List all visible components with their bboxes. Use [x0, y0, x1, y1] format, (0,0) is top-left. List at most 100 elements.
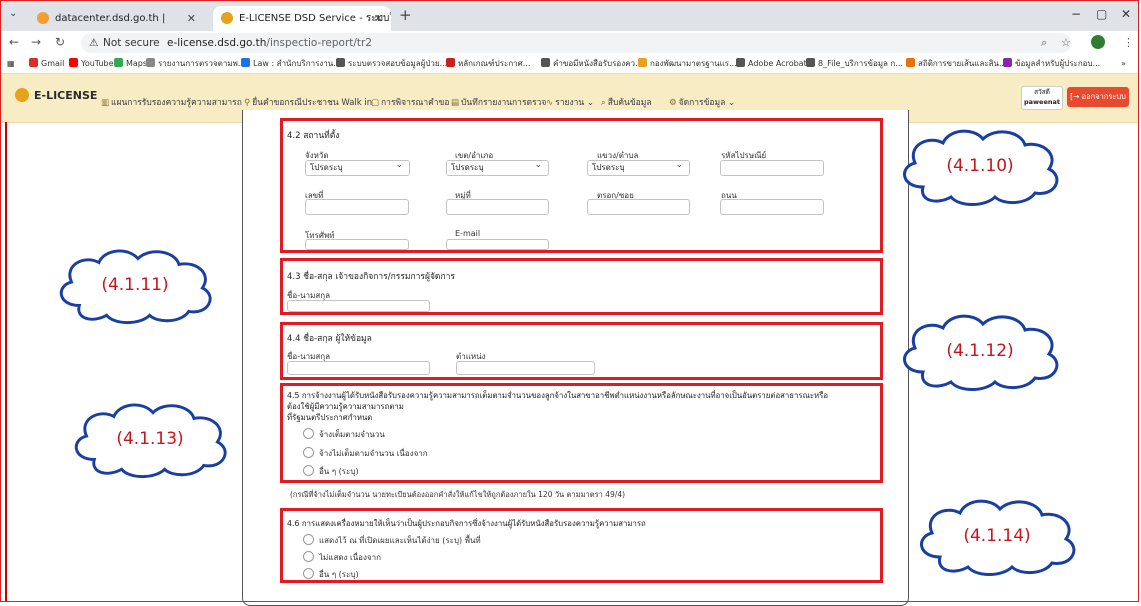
browser-menu-icon[interactable]: ⋮ — [1123, 36, 1134, 49]
tab-close-icon[interactable]: ✕ — [187, 6, 196, 31]
nav-reports[interactable]: ∿ รายงาน ⌄ — [546, 95, 594, 109]
bookmark-item[interactable]: Law : สำนักบริการงาน... — [241, 55, 341, 73]
bookmark-item[interactable]: 8_File_บริการข้อมูล ก... — [806, 55, 903, 73]
radio-circle-icon — [303, 568, 314, 579]
bookmark-item[interactable]: คำขอมีหนังสือรับรองคว... — [541, 55, 643, 73]
district-select[interactable]: โปรดระบุ — [446, 158, 549, 176]
radio-full-employment[interactable]: จ้างเต็มตามจำนวน — [303, 428, 385, 441]
warning-icon: ⚠ — [89, 37, 99, 49]
nav-search[interactable]: ⌕ สืบค้นข้อมูล — [601, 95, 652, 109]
moo-input[interactable] — [446, 199, 549, 215]
url-text: e-license.dsd.go.th/inspectio-report/tr2 — [167, 37, 373, 49]
bookmark-item[interactable]: Gmail — [29, 55, 64, 73]
bookmark-item[interactable]: ระบบตรวจสอบข้อมูลผู้ป่วย... — [336, 55, 447, 73]
logout-button[interactable]: [→ ออกจากระบบ — [1067, 87, 1129, 107]
nav-manage-data[interactable]: ⚙ จัดการข้อมูล ⌄ — [669, 95, 735, 109]
more-bookmarks-icon[interactable]: » — [1121, 55, 1126, 73]
bookmark-item[interactable]: หลักเกณฑ์ประกาศ... — [446, 55, 530, 73]
bookmark-star-icon[interactable]: ☆ — [1061, 36, 1071, 49]
subdistrict-select[interactable]: โปรดระบุ — [587, 158, 690, 176]
plan-icon: ▥ — [101, 98, 110, 108]
postcode-input[interactable] — [720, 160, 824, 176]
nav-inspection-report[interactable]: ▤ บันทึกรายงานการตรวจ — [451, 95, 546, 109]
radio-display-sign[interactable]: แสดงไว้ ณ ที่เปิดเผยและเห็นได้ง่าย (ระบุ… — [303, 534, 481, 547]
annotation-cloud: (4.1.14) — [910, 495, 1084, 577]
radio-circle-icon — [303, 428, 314, 439]
browser-tab-elicense[interactable]: E-LICENSE DSD Service - ระบบใบ ✕ — [213, 6, 391, 31]
informant-name-input[interactable] — [287, 361, 430, 375]
back-arrow-icon[interactable]: ← — [9, 35, 19, 49]
nav-certification-plan[interactable]: ▥ แผนการรับรองความรู้ความสามารถ — [101, 95, 242, 109]
section-title: 4.2 สถานที่ตั้ง — [287, 131, 340, 141]
annotation-label: (4.1.10) — [946, 156, 1014, 176]
not-secure-label: Not secure — [103, 37, 160, 49]
email-label: E-mail — [455, 229, 481, 238]
logo-icon — [15, 88, 29, 102]
browser-tab-datacenter[interactable]: datacenter.dsd.go.th | ✕ — [29, 6, 204, 31]
left-divider — [5, 122, 7, 602]
annotation-label: (4.1.14) — [963, 526, 1031, 546]
email-input[interactable] — [446, 239, 549, 250]
radio-other-display[interactable]: อื่น ๆ (ระบุ) — [303, 568, 359, 581]
bookmark-item[interactable]: Maps — [114, 55, 147, 73]
employment-note: (กรณีที่จ้างไม่เต็มจำนวน นายทะเบียนต้องอ… — [290, 490, 626, 499]
browser-tab-bar: ⌄ datacenter.dsd.go.th | ✕ E-LICENSE DSD… — [1, 1, 1139, 31]
close-window-icon[interactable]: ✕ — [1121, 7, 1131, 21]
elicense-favicon-icon — [221, 12, 233, 24]
nav-request-review[interactable]: ▢ การพิจารณาคำขอ — [371, 95, 449, 109]
minimize-icon[interactable]: − — [1071, 7, 1081, 21]
radio-other-employment[interactable]: อื่น ๆ (ระบุ) — [303, 465, 359, 478]
bookmark-item[interactable]: สถิติการขายเส้นและสิน... — [906, 55, 1007, 73]
owner-name-input[interactable] — [287, 300, 430, 312]
bookmark-item[interactable]: กองพัฒนามาตรฐานแร... — [638, 55, 737, 73]
tab-title: E-LICENSE DSD Service - ระบบใบ — [239, 13, 391, 24]
new-tab-button[interactable]: + — [399, 6, 412, 24]
bookmark-item[interactable]: YouTube — [69, 55, 114, 73]
gear-icon: ⚙ — [669, 98, 677, 108]
phone-input[interactable] — [305, 239, 409, 250]
annotation-cloud: (4.1.12) — [893, 310, 1067, 392]
soi-input[interactable] — [587, 199, 690, 215]
house-number-input[interactable] — [305, 199, 409, 215]
document-icon: ▢ — [371, 98, 380, 108]
section-title: 4.4 ชื่อ-สกุล ผู้ให้ข้อมูล — [287, 334, 372, 344]
elicense-logo[interactable]: E-LICENSE — [15, 88, 97, 102]
annotation-label: (4.1.13) — [116, 429, 184, 449]
restore-icon[interactable]: ▢ — [1096, 7, 1107, 21]
profile-avatar[interactable] — [1091, 35, 1105, 49]
section-title: 4.3 ชื่อ-สกุล เจ้าของกิจการ/กรรมการผู้จั… — [287, 272, 455, 282]
radio-circle-icon — [303, 465, 314, 476]
browser-address-row: ← → ↻ ⚠ Not secure e-license.dsd.go.th/i… — [1, 31, 1139, 55]
annotation-cloud: (4.1.10) — [893, 125, 1067, 207]
forward-arrow-icon[interactable]: → — [31, 35, 41, 49]
tab-title: datacenter.dsd.go.th | — [55, 13, 166, 24]
annotation-cloud: (4.1.11) — [50, 244, 220, 326]
address-bar[interactable]: ⚠ Not secure e-license.dsd.go.th/inspect… — [81, 33, 1071, 53]
bookmark-item[interactable]: รายงานการตรวจตามพ... — [146, 55, 246, 73]
tab-search-chevron-icon[interactable]: ⌄ — [9, 8, 17, 19]
search-icon: ⌕ — [601, 98, 606, 108]
province-select[interactable]: โปรดระบุ — [305, 158, 410, 176]
section-title: 4.6 การแสดงเครื่องหมายให้เห็นว่าเป็นผู้ป… — [287, 519, 646, 528]
road-input[interactable] — [720, 199, 824, 215]
annotation-label: (4.1.12) — [946, 341, 1014, 361]
bookmark-item[interactable]: ข้อมูลสำหรับผู้ประกอบ... — [1003, 55, 1100, 73]
radio-circle-icon — [303, 447, 314, 458]
zoom-icon[interactable]: ⌕ — [1041, 36, 1047, 50]
radio-partial-employment[interactable]: จ้างไม่เต็มตามจำนวน เนื่องจาก — [303, 447, 428, 460]
bookmarks-bar: ▦ Gmail YouTube Maps รายงานการตรวจตามพ..… — [1, 55, 1139, 74]
reload-icon[interactable]: ↻ — [55, 35, 65, 49]
user-greeting: สวัสดี paweenat — [1021, 86, 1063, 110]
annotation-cloud: (4.1.13) — [65, 398, 235, 480]
nav-walk-in[interactable]: ⚲ ยื่นคำขอกรณีประชาชน Walk in — [244, 95, 372, 109]
informant-position-input[interactable] — [456, 361, 595, 375]
section-4-2-highlight — [280, 118, 883, 253]
bookmark-item[interactable]: Adobe Acrobat — [736, 55, 807, 73]
apps-grid-icon[interactable]: ▦ — [7, 55, 15, 73]
tab-close-icon[interactable]: ✕ — [374, 6, 383, 31]
radio-no-display[interactable]: ไม่แสดง เนื่องจาก — [303, 551, 381, 564]
radio-circle-icon — [303, 534, 314, 545]
annotation-label: (4.1.11) — [101, 275, 169, 295]
person-icon: ⚲ — [244, 98, 251, 108]
record-icon: ▤ — [451, 98, 460, 108]
